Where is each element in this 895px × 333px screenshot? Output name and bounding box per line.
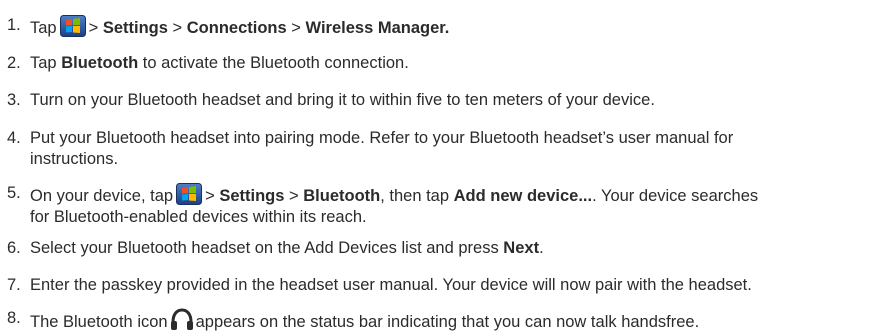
step-text: Turn on your Bluetooth headset and bring… bbox=[30, 91, 655, 109]
step-number: 5. bbox=[7, 184, 21, 202]
step-number: 3. bbox=[7, 91, 21, 109]
step-3: 3. Turn on your Bluetooth headset and br… bbox=[0, 90, 895, 111]
step-text: On your device, tap > Settings > Bluetoot… bbox=[30, 183, 895, 228]
step-text: Tap > Settings > Connections > Wireless M… bbox=[30, 15, 895, 39]
step-text: Select your Bluetooth headset on the Add… bbox=[30, 239, 544, 257]
step-8: 8. The Bluetooth icon appears on the stat… bbox=[0, 308, 895, 333]
step-7: 7. Enter the passkey provided in the hea… bbox=[0, 275, 895, 296]
step-text: The Bluetooth icon appears on the status … bbox=[30, 308, 895, 333]
step-6: 6. Select your Bluetooth headset on the … bbox=[0, 238, 895, 259]
step-number: 2. bbox=[7, 54, 21, 72]
step-text: Put your Bluetooth headset into pairing … bbox=[30, 129, 734, 168]
windows-start-icon bbox=[59, 15, 86, 37]
step-number: 8. bbox=[7, 309, 21, 327]
step-text: Tap Bluetooth to activate the Bluetooth … bbox=[30, 54, 409, 72]
step-4: 4. Put your Bluetooth headset into pairi… bbox=[0, 128, 895, 170]
step-1: 1. Tap > Settings > Connections > Wireles… bbox=[0, 15, 895, 39]
step-number: 1. bbox=[7, 16, 21, 34]
step-number: 7. bbox=[7, 276, 21, 294]
step-number: 4. bbox=[7, 129, 21, 147]
windows-start-icon bbox=[176, 183, 203, 205]
step-number: 6. bbox=[7, 239, 21, 257]
step-5: 5. On your device, tap > Settings > Bluet… bbox=[0, 183, 895, 228]
bluetooth-headset-icon bbox=[170, 308, 193, 330]
step-2: 2. Tap Bluetooth to activate the Bluetoo… bbox=[0, 53, 895, 74]
step-text: Enter the passkey provided in the headse… bbox=[30, 276, 752, 294]
